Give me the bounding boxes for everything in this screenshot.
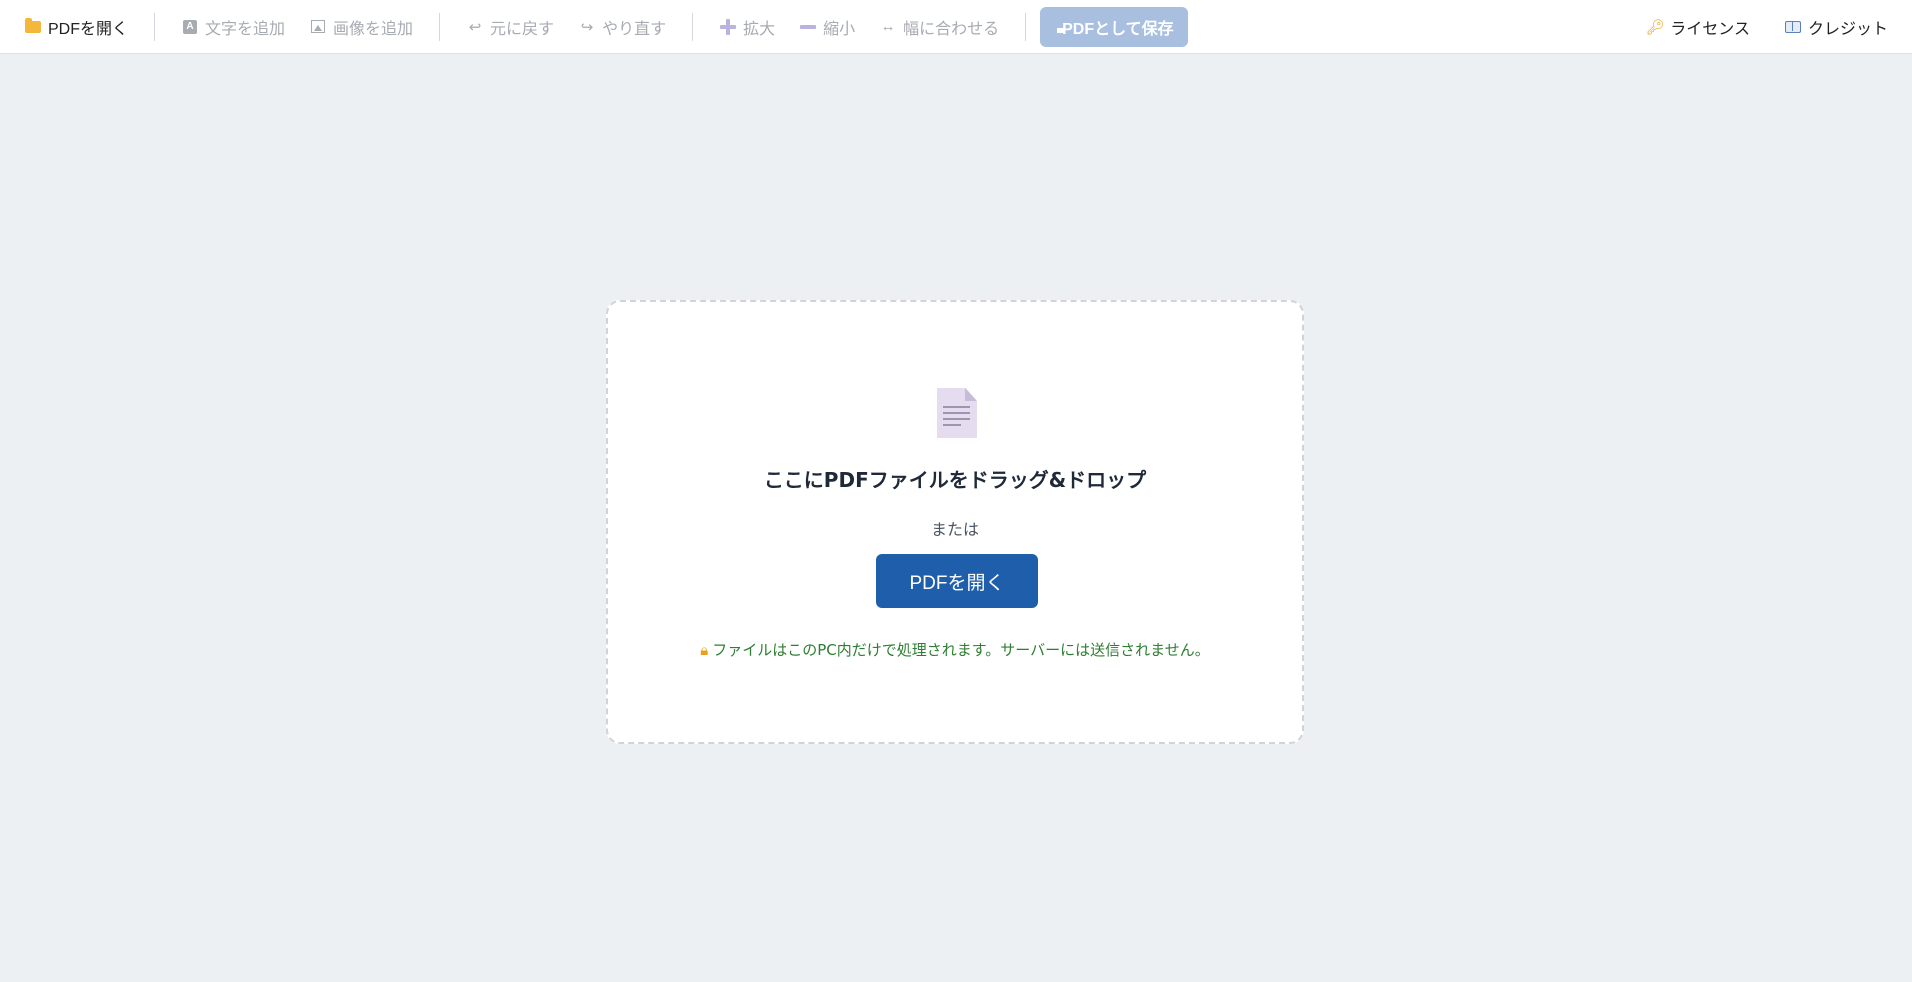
toolbar-divider: [439, 12, 441, 41]
fit-width-label: 幅に合わせる: [903, 20, 1000, 38]
toolbar-divider: [154, 12, 156, 41]
toolbar: PDFを開く A 文字を追加 画像を追加 ↩ 元に戻す ↪ やり直す 拡大 縮小…: [0, 0, 1912, 54]
key-icon: 🔑︎: [1645, 18, 1665, 36]
fit-width-button[interactable]: ↔ 幅に合わせる: [867, 7, 1011, 47]
zoom-out-button[interactable]: 縮小: [787, 7, 867, 47]
horizontal-arrows-icon: ↔: [880, 18, 896, 35]
pdf-drop-zone[interactable]: ここにPDFファイルをドラッグ&ドロップ または PDFを開く 🔒︎ ファイルはこ…: [606, 300, 1304, 744]
undo-arrow-icon: ↩: [468, 18, 482, 36]
document-icon-line: [943, 412, 970, 414]
credits-button[interactable]: クレジット: [1772, 7, 1900, 47]
toolbar-divider: [1025, 12, 1027, 41]
book-icon: [1784, 18, 1802, 36]
drop-zone-title: ここにPDFファイルをドラッグ&ドロップ: [763, 468, 1147, 492]
lock-icon: 🔒︎: [700, 641, 709, 659]
undo-button[interactable]: ↩ 元に戻す: [454, 7, 566, 47]
privacy-note-text: ファイルはこのPC内だけで処理されます。サーバーには送信されません。: [712, 641, 1210, 659]
open-pdf-main-button[interactable]: PDFを開く: [876, 554, 1038, 608]
toolbar-divider: [692, 12, 694, 41]
plus-icon: [719, 18, 737, 36]
credits-label: クレジット: [1807, 20, 1888, 38]
open-pdf-label: PDFを開く: [48, 20, 129, 38]
document-icon-line: [943, 406, 970, 408]
zoom-in-label: 拡大: [743, 20, 776, 38]
zoom-out-label: 縮小: [823, 20, 856, 38]
document-icon-line: [943, 418, 970, 420]
save-pdf-button[interactable]: PDFとして保存: [1040, 6, 1188, 47]
minus-icon: [799, 18, 817, 36]
drop-zone-or-text: または: [930, 520, 979, 539]
redo-arrow-icon: ↪: [580, 18, 594, 36]
image-icon: [309, 18, 327, 36]
toolbar-right-group: 🔑︎ ライセンス クレジット: [1634, 7, 1900, 47]
text-box-icon: A: [181, 18, 199, 36]
zoom-in-button[interactable]: 拡大: [707, 7, 787, 47]
save-pdf-label: PDFとして保存: [1062, 20, 1174, 38]
folder-icon: [24, 17, 42, 36]
open-pdf-button[interactable]: PDFを開く: [12, 7, 140, 47]
license-label: ライセンス: [1670, 20, 1750, 38]
redo-button[interactable]: ↪ やり直す: [566, 7, 678, 47]
license-button[interactable]: 🔑︎ ライセンス: [1634, 7, 1762, 47]
undo-label: 元に戻す: [490, 20, 555, 38]
privacy-note: 🔒︎ ファイルはこのPC内だけで処理されます。サーバーには送信されません。: [608, 639, 1302, 660]
redo-label: やり直す: [602, 20, 667, 38]
add-image-button[interactable]: 画像を追加: [297, 7, 425, 47]
document-icon-line: [943, 424, 961, 426]
add-text-label: 文字を追加: [205, 20, 286, 38]
add-image-label: 画像を追加: [333, 20, 414, 38]
add-text-button[interactable]: A 文字を追加: [169, 7, 297, 47]
